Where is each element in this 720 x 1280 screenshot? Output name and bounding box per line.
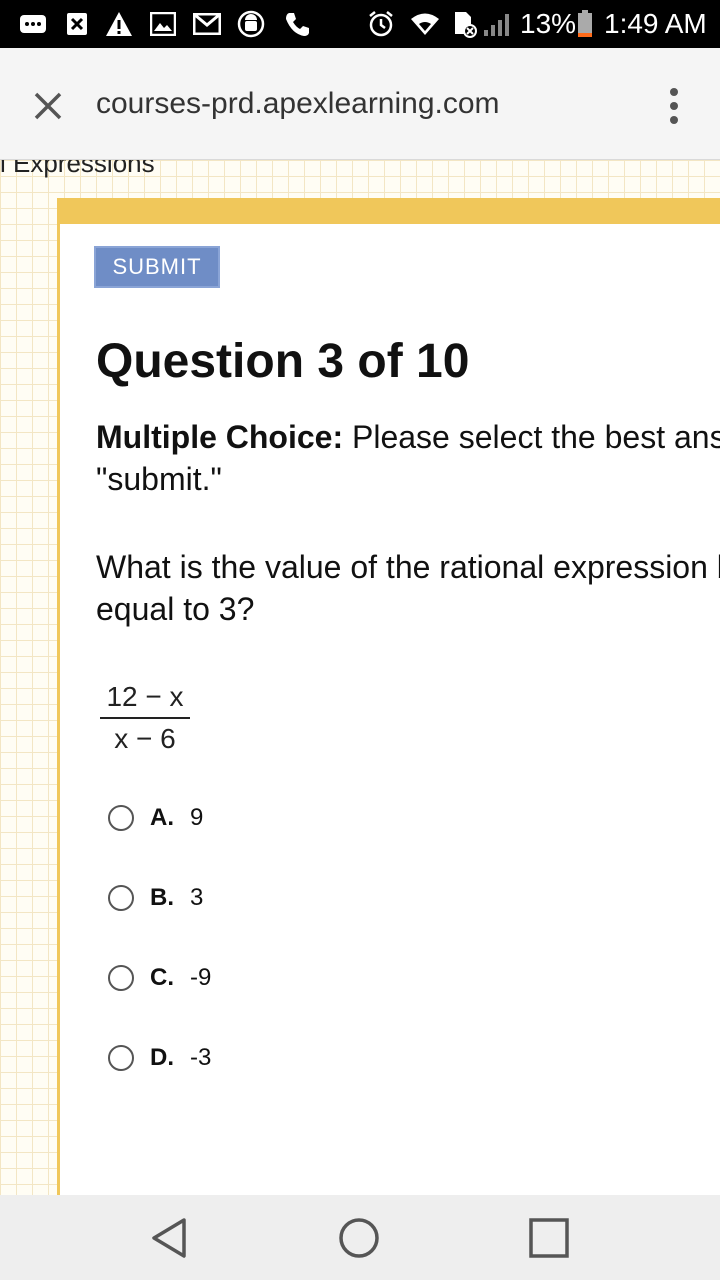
close-box-icon: [62, 9, 92, 39]
gmail-icon: [192, 9, 222, 39]
alarm-icon: [366, 9, 396, 39]
close-icon: [34, 92, 62, 120]
option-letter: B.: [150, 884, 174, 911]
option-value: -9: [190, 964, 212, 991]
back-button[interactable]: [146, 1215, 192, 1261]
option-letter: D.: [150, 1044, 174, 1071]
question-text: What is the value of the rational expres…: [96, 546, 720, 630]
phone-icon: [282, 9, 312, 39]
more-vert-icon: [670, 88, 678, 124]
warning-icon: [104, 9, 134, 39]
answer-option-d[interactable]: D. -3: [108, 1038, 211, 1078]
question-line-1: What is the value of the rational expres…: [96, 549, 720, 585]
option-value: 9: [190, 804, 204, 831]
close-tab-button[interactable]: [28, 86, 68, 126]
url-bar[interactable]: courses-prd.apexlearning.com: [96, 86, 500, 122]
more-icon: [18, 9, 48, 39]
browser-menu-button[interactable]: [660, 84, 688, 128]
radio-button[interactable]: [108, 965, 134, 991]
navigation-bar: [0, 1195, 720, 1280]
instruction-text: Please select the best answer and click: [352, 419, 720, 455]
question-card: SUBMIT Question 3 of 10 Multiple Choice:…: [57, 198, 720, 1195]
rational-expression: 12 − x x − 6: [100, 680, 190, 756]
back-triangle-icon: [152, 1218, 186, 1258]
page-content: l Expressions SUBMIT Question 3 of 10 Mu…: [0, 160, 720, 1195]
wifi-icon: [410, 9, 440, 39]
submit-button[interactable]: SUBMIT: [94, 246, 220, 288]
answer-option-b[interactable]: B. 3: [108, 878, 203, 918]
recents-square-icon: [529, 1218, 569, 1258]
home-circle-icon: [339, 1218, 379, 1258]
android-icon: [236, 9, 266, 39]
clock: 1:49 AM: [604, 8, 707, 39]
status-bar: 13% 1:49 AM: [0, 0, 720, 48]
home-button[interactable]: [336, 1215, 382, 1261]
option-value: 3: [190, 884, 204, 911]
browser-toolbar: courses-prd.apexlearning.com: [0, 48, 720, 160]
instructions: Multiple Choice: Please select the best …: [96, 416, 720, 500]
battery-icon: [574, 9, 596, 39]
option-letter: A.: [150, 804, 174, 831]
radio-button[interactable]: [108, 805, 134, 831]
option-letter: C.: [150, 964, 174, 991]
instruction-text-line2: "submit.": [96, 461, 222, 497]
option-value: -3: [190, 1044, 212, 1071]
radio-button[interactable]: [108, 885, 134, 911]
question-line-2: equal to 3?: [96, 591, 255, 627]
breadcrumb: l Expressions: [0, 160, 155, 178]
fraction-numerator: 12 − x: [106, 681, 184, 712]
no-sim-icon: [450, 9, 480, 39]
answer-option-a[interactable]: A. 9: [108, 798, 203, 838]
recents-button[interactable]: [526, 1215, 572, 1261]
signal-icon: [482, 9, 512, 39]
instruction-label: Multiple Choice:: [96, 419, 344, 455]
image-icon: [148, 9, 178, 39]
radio-button[interactable]: [108, 1045, 134, 1071]
battery-percent: 13%: [520, 8, 577, 39]
fraction-denominator: x − 6: [114, 723, 176, 754]
answer-option-c[interactable]: C. -9: [108, 958, 211, 998]
question-title: Question 3 of 10: [96, 335, 470, 388]
fraction-bar: [100, 717, 190, 719]
